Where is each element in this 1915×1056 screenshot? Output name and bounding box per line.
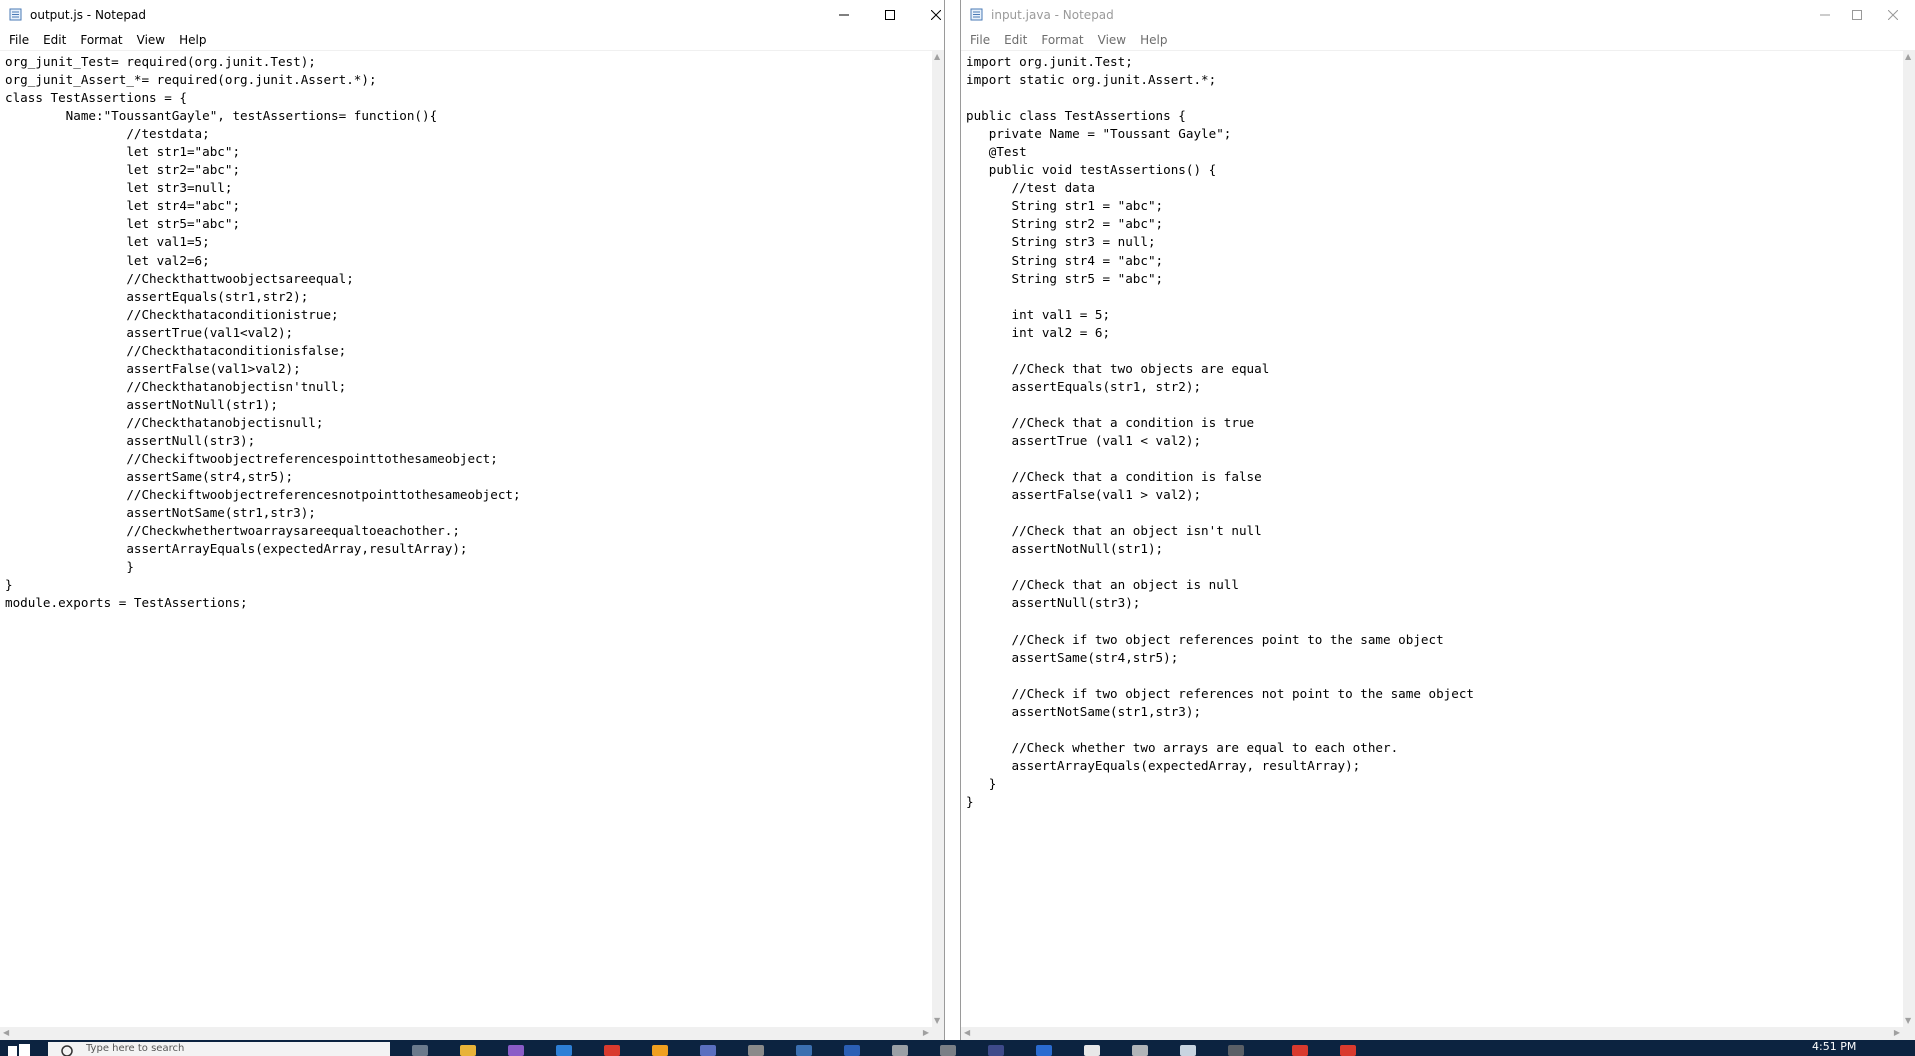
scroll-corner — [1903, 1027, 1915, 1040]
close-button[interactable] — [913, 0, 944, 30]
app-icon[interactable] — [988, 1045, 1004, 1056]
windows-start-icon[interactable] — [8, 1044, 30, 1056]
maximize-icon — [1852, 10, 1862, 20]
close-icon — [931, 10, 941, 20]
scroll-right-arrow-icon[interactable]: ▶ — [1894, 1029, 1900, 1037]
close-button[interactable] — [1870, 0, 1915, 30]
vertical-scrollbar[interactable]: ▲ ▼ — [932, 51, 944, 1027]
menu-edit[interactable]: Edit — [997, 33, 1034, 47]
menu-bar: File Edit Format View Help — [0, 30, 944, 51]
scroll-down-arrow-icon[interactable]: ▼ — [934, 1017, 940, 1025]
task-view-icon[interactable] — [412, 1045, 428, 1056]
minimize-icon — [839, 14, 849, 16]
minimize-button[interactable] — [821, 0, 867, 30]
app-icon[interactable] — [1036, 1045, 1052, 1056]
app-icon[interactable] — [700, 1045, 716, 1056]
taskbar: Type here to search 4:51 PM — [0, 1040, 1915, 1056]
app-icon[interactable] — [796, 1045, 812, 1056]
scroll-up-arrow-icon[interactable]: ▲ — [934, 53, 940, 61]
scroll-left-arrow-icon[interactable]: ◀ — [3, 1029, 9, 1037]
minimize-icon — [1820, 14, 1830, 16]
menu-edit[interactable]: Edit — [36, 33, 73, 47]
scroll-corner — [932, 1027, 944, 1040]
menu-format[interactable]: Format — [1034, 33, 1090, 47]
menu-bar: File Edit Format View Help — [961, 30, 1915, 51]
maximize-icon — [885, 10, 895, 20]
app-icon[interactable] — [844, 1045, 860, 1056]
maximize-button[interactable] — [867, 0, 913, 30]
scroll-right-arrow-icon[interactable]: ▶ — [923, 1029, 929, 1037]
vertical-scrollbar[interactable]: ▲ ▼ — [1903, 51, 1915, 1027]
chrome-icon[interactable] — [604, 1045, 620, 1056]
notepad-window-output-js: output.js - Notepad File Edit Format Vie… — [0, 0, 945, 1040]
app-icon[interactable] — [1132, 1045, 1148, 1056]
text-editor[interactable]: import org.junit.Test; import static org… — [961, 51, 1903, 1027]
title-bar[interactable]: input.java - Notepad — [961, 0, 1915, 30]
editor-content[interactable]: org_junit_Test= required(org.junit.Test)… — [0, 51, 932, 614]
search-icon — [61, 1045, 73, 1056]
notepad-icon — [970, 8, 983, 21]
vlc-icon[interactable] — [652, 1045, 668, 1056]
file-explorer-icon[interactable] — [460, 1045, 476, 1056]
taskbar-search-box[interactable]: Type here to search — [48, 1042, 390, 1056]
horizontal-scrollbar[interactable]: ◀ ▶ — [961, 1027, 1903, 1040]
scroll-up-arrow-icon[interactable]: ▲ — [1905, 53, 1911, 61]
menu-help[interactable]: Help — [172, 33, 213, 47]
app-icon[interactable] — [748, 1045, 764, 1056]
app-icon[interactable] — [1228, 1045, 1244, 1056]
vscode-icon[interactable] — [556, 1045, 572, 1056]
app-icon[interactable] — [892, 1045, 908, 1056]
app-icon[interactable] — [1084, 1045, 1100, 1056]
search-placeholder: Type here to search — [86, 1043, 185, 1054]
menu-help[interactable]: Help — [1133, 33, 1174, 47]
menu-view[interactable]: View — [130, 33, 172, 47]
visual-studio-icon[interactable] — [508, 1045, 524, 1056]
notepad-window-input-java: input.java - Notepad File Edit Format Vi… — [960, 0, 1915, 1040]
app-icon[interactable] — [1292, 1045, 1308, 1056]
menu-format[interactable]: Format — [73, 33, 129, 47]
taskbar-clock[interactable]: 4:51 PM — [1812, 1040, 1856, 1053]
title-bar[interactable]: output.js - Notepad — [0, 0, 944, 30]
app-icon[interactable] — [940, 1045, 956, 1056]
editor-content[interactable]: import org.junit.Test; import static org… — [961, 51, 1903, 813]
notepad-taskbar-icon[interactable] — [1180, 1045, 1196, 1056]
window-title: input.java - Notepad — [991, 8, 1114, 22]
menu-file[interactable]: File — [963, 33, 997, 47]
menu-file[interactable]: File — [2, 33, 36, 47]
notepad-icon — [9, 8, 22, 21]
text-editor[interactable]: org_junit_Test= required(org.junit.Test)… — [0, 51, 932, 1027]
app-icon[interactable] — [1340, 1045, 1356, 1056]
horizontal-scrollbar[interactable]: ◀ ▶ — [0, 1027, 932, 1040]
window-title: output.js - Notepad — [30, 8, 146, 22]
menu-view[interactable]: View — [1091, 33, 1133, 47]
close-icon — [1888, 10, 1898, 20]
scroll-down-arrow-icon[interactable]: ▼ — [1905, 1017, 1911, 1025]
scroll-left-arrow-icon[interactable]: ◀ — [964, 1029, 970, 1037]
